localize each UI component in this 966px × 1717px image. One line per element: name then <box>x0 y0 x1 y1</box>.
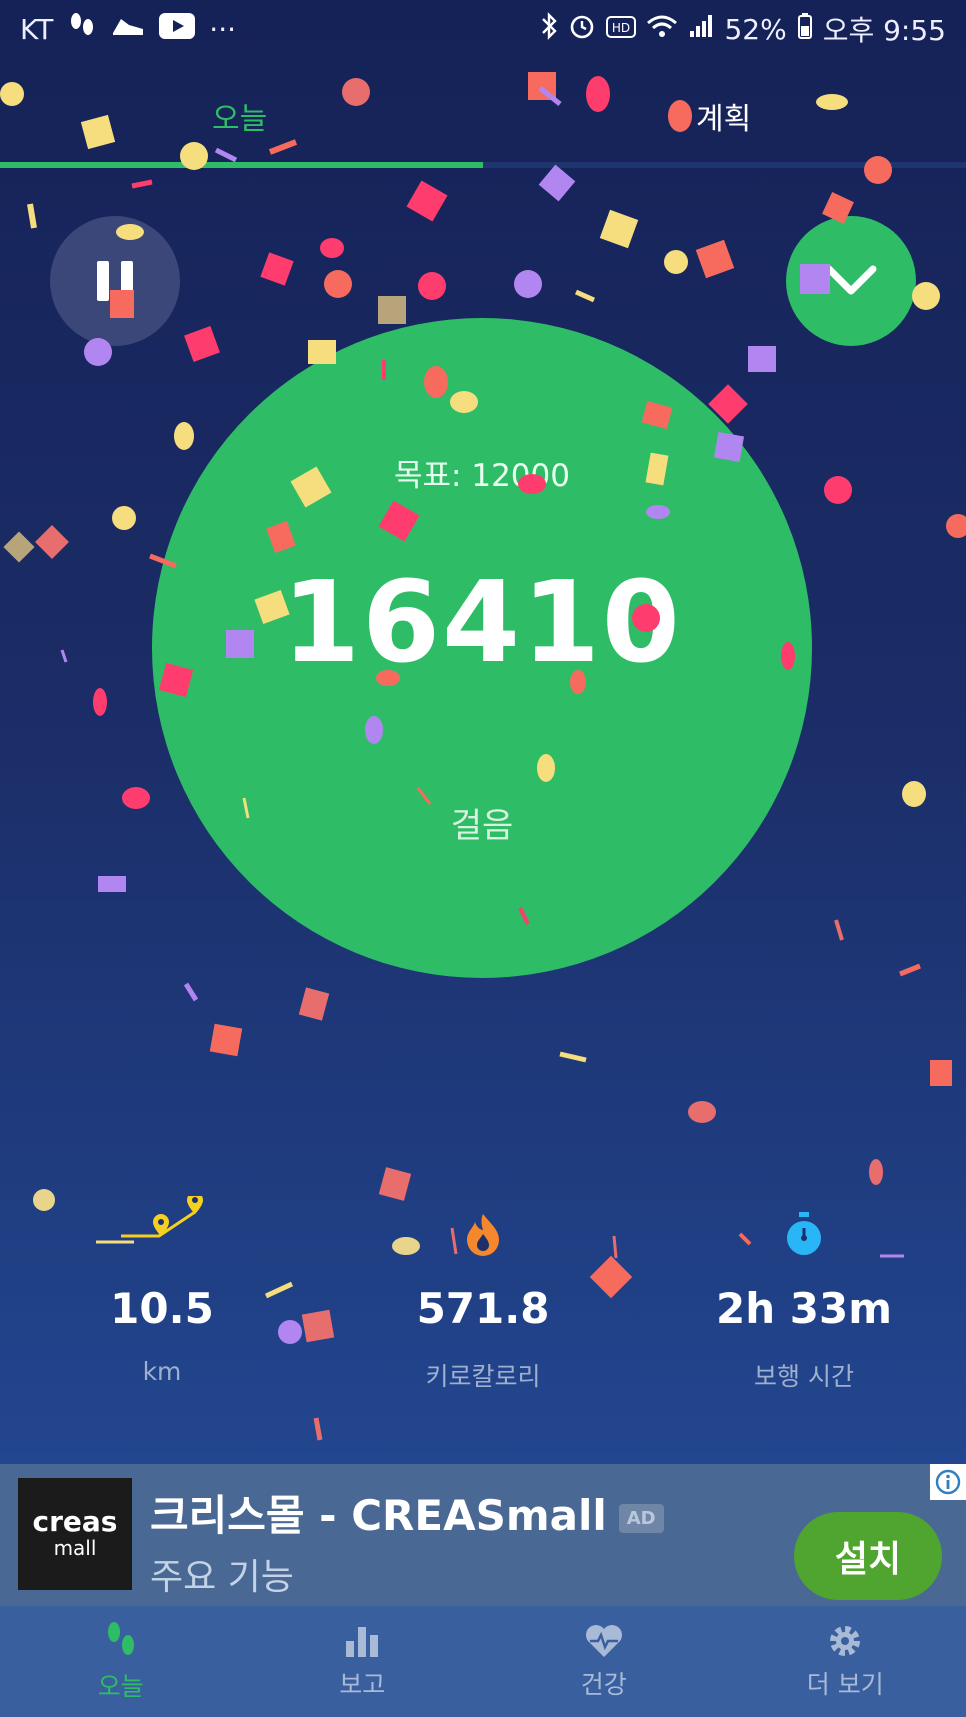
stat-walk-time: 2h 33m 보행 시간 <box>674 1196 934 1393</box>
stat-calories: 571.8 키로칼로리 <box>353 1196 613 1393</box>
steps-circle[interactable]: 목표: 12000 16410 걸음 <box>152 318 812 978</box>
nav-item-health[interactable]: 건강 <box>483 1606 725 1717</box>
collapse-button[interactable] <box>786 216 916 346</box>
ad-banner[interactable]: creas mall 크리스몰 - CREASmall AD 주요 기능 설치 <box>0 1464 966 1606</box>
chevron-down-icon <box>825 265 877 295</box>
hd-icon: HD <box>606 13 637 46</box>
heart-pulse-icon <box>585 1624 622 1657</box>
tab-today[interactable]: 오늘 <box>212 94 267 138</box>
nav-label-more: 더 보기 <box>806 1669 884 1699</box>
nav-item-more[interactable]: 더 보기 <box>725 1606 966 1717</box>
ad-logo-line2: mall <box>53 1536 97 1560</box>
ad-title: 크리스몰 - CREASmall AD <box>150 1482 664 1543</box>
wifi-icon <box>646 13 678 46</box>
clock: 오후 9:55 <box>822 14 946 47</box>
bluetooth-icon <box>540 11 558 47</box>
battery-icon <box>797 12 813 47</box>
nav-label-health: 건강 <box>580 1669 627 1699</box>
ad-info-icon[interactable] <box>930 1464 966 1500</box>
shoe-icon <box>111 13 145 46</box>
tab-indicator <box>0 162 483 168</box>
battery-percent: 52% <box>724 12 787 46</box>
nav-label-report: 보고 <box>339 1669 386 1699</box>
nav-label-today: 오늘 <box>97 1671 144 1701</box>
flame-icon <box>467 1214 499 1256</box>
youtube-icon <box>159 12 196 46</box>
ad-logo-line1: creas <box>32 1505 118 1538</box>
pause-icon <box>97 261 109 301</box>
steps-label: 걸음 <box>450 806 514 846</box>
bottom-nav: 오늘 보고 건강 더 보기 <box>0 1606 966 1717</box>
ad-install-button[interactable]: 설치 <box>794 1512 942 1600</box>
nav-item-today[interactable]: 오늘 <box>0 1606 242 1717</box>
ad-subtitle: 주요 기능 <box>150 1557 294 1598</box>
ad-badge: AD <box>618 1504 664 1533</box>
nav-item-report[interactable]: 보고 <box>242 1606 484 1717</box>
goal-text: 목표: 12000 <box>394 458 570 494</box>
bar-chart-icon <box>346 1626 379 1657</box>
gear-icon <box>830 1625 861 1656</box>
step-count: 16410 <box>282 558 682 688</box>
tab-indicator-track <box>0 162 966 168</box>
calories-label: 키로칼로리 <box>425 1362 541 1391</box>
distance-value: 10.5 <box>110 1284 214 1333</box>
carrier-label: KT <box>20 12 54 46</box>
stopwatch-icon <box>787 1212 821 1255</box>
top-tabs: 오늘 계획 <box>0 58 966 170</box>
route-pin-icon <box>121 1196 203 1238</box>
walk-time-label: 보행 시간 <box>754 1362 854 1391</box>
footsteps-icon <box>67 11 97 48</box>
footsteps-icon <box>107 1621 134 1655</box>
stat-distance: 10.5 km <box>32 1196 292 1386</box>
distance-label: km <box>142 1357 182 1386</box>
ad-logo[interactable]: creas mall <box>18 1478 132 1590</box>
svg-text:HD: HD <box>612 21 630 35</box>
pause-button[interactable] <box>50 216 180 346</box>
status-bar: KT ··· HD 52% 오후 9:55 <box>0 0 966 58</box>
walk-time-value: 2h 33m <box>716 1284 892 1333</box>
ad-title-text: 크리스몰 - CREASmall <box>150 1491 607 1540</box>
signal-icon <box>688 13 714 46</box>
more-icon: ··· <box>209 12 236 46</box>
alarm-icon <box>568 12 596 47</box>
tab-plan[interactable]: 계획 <box>696 94 751 138</box>
calories-value: 571.8 <box>416 1284 550 1333</box>
